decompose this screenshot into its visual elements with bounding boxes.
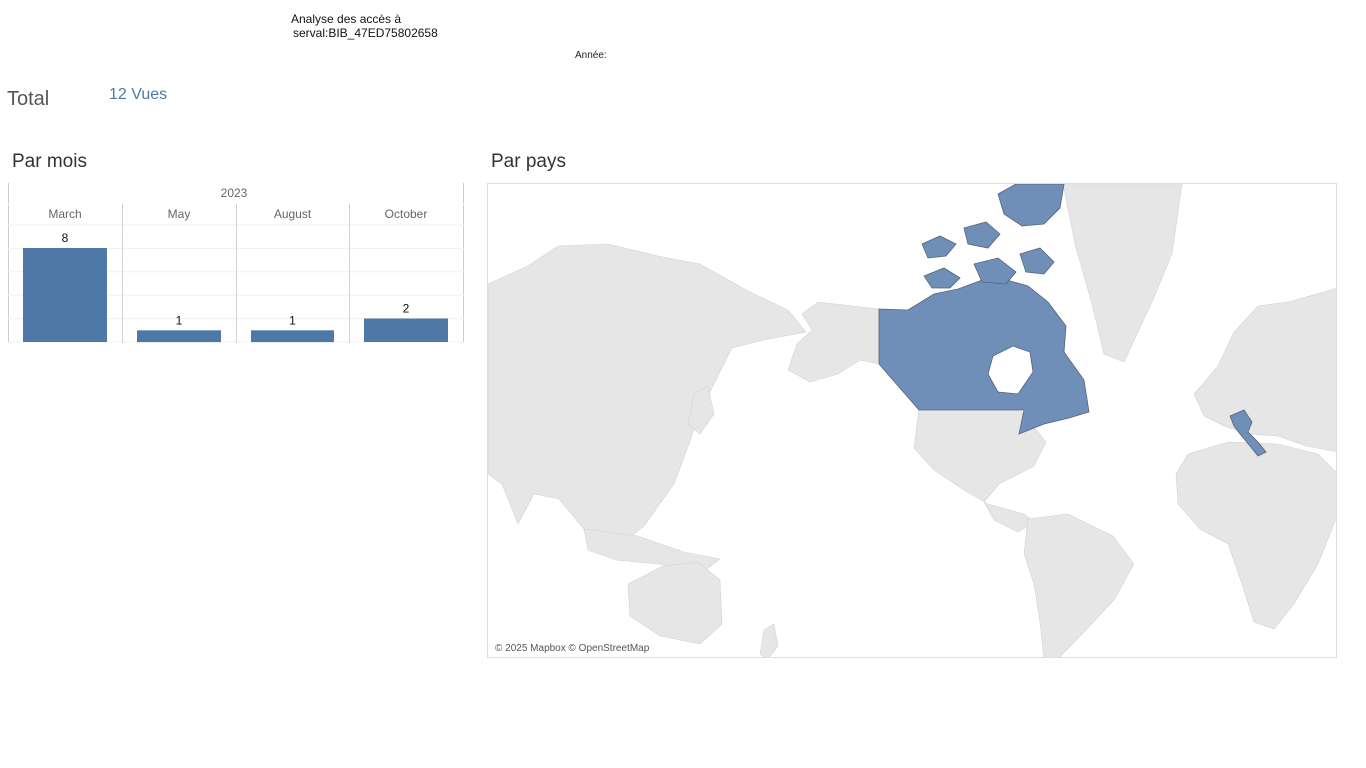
page-title: Analyse des accès à serval:BIB_47ED75802…: [291, 12, 438, 40]
chart-data-label: 8: [62, 231, 69, 245]
country-canada[interactable]: [878, 275, 1090, 435]
land-europe: [1193, 288, 1336, 452]
page-title-line2: serval:BIB_47ED75802658: [293, 26, 438, 40]
world-map[interactable]: [488, 184, 1337, 658]
chart-data-label: 2: [403, 302, 410, 316]
land-africa: [1175, 441, 1336, 630]
chart-bar-may[interactable]: [137, 330, 221, 343]
country-canada-arctic-islands[interactable]: [921, 184, 1065, 289]
total-label: Total: [7, 88, 50, 110]
chart-data-label: 1: [289, 313, 296, 327]
land-greenland: [1062, 184, 1183, 363]
land-australia: [627, 561, 723, 645]
country-map[interactable]: © 2025 Mapbox © OpenStreetMap: [487, 183, 1337, 658]
chart-category-label: October: [385, 207, 428, 221]
chart-bar-october[interactable]: [364, 318, 448, 343]
chart-year-header: 2023: [221, 186, 248, 200]
chart-category-headers: March May August October: [48, 207, 427, 221]
month-bar-chart[interactable]: 2023 March May August October 8 1 1 2: [8, 183, 464, 345]
land-alaska: [787, 301, 880, 383]
chart-category-label: August: [274, 207, 312, 221]
chart-data-label: 1: [176, 313, 183, 327]
land-new-zealand: [759, 623, 779, 657]
page-title-line1: Analyse des accès à: [291, 12, 402, 26]
total-value: 12 Vues: [109, 86, 168, 103]
chart-bar-august[interactable]: [251, 330, 334, 343]
year-filter-label[interactable]: Année:: [575, 50, 607, 61]
map-attribution[interactable]: © 2025 Mapbox © OpenStreetMap: [495, 643, 649, 654]
land-south-america: [1023, 513, 1135, 657]
section-title-month: Par mois: [12, 151, 87, 172]
chart-category-label: March: [48, 207, 81, 221]
section-title-country: Par pays: [491, 151, 566, 172]
chart-category-label: May: [168, 207, 191, 221]
land-eurasia: [488, 243, 807, 551]
chart-bar-march[interactable]: [23, 248, 107, 342]
chart-data-labels: 8 1 1 2: [62, 231, 410, 327]
